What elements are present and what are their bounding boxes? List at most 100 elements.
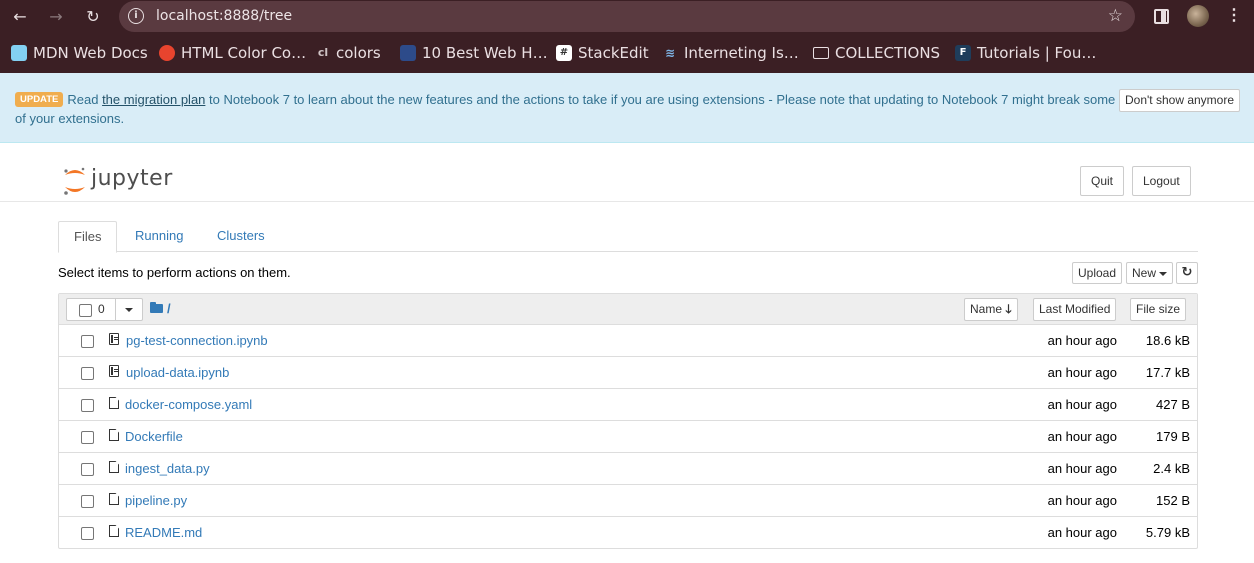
reload-icon[interactable]: ↻ <box>82 6 104 28</box>
file-icon <box>109 461 119 473</box>
file-modified: an hour ago <box>1047 365 1117 380</box>
forward-icon[interactable]: → <box>45 6 67 28</box>
file-name-link[interactable]: README.md <box>125 525 202 540</box>
file-row[interactable]: pipeline.py an hour ago 152 B <box>59 485 1197 517</box>
file-icon <box>109 397 119 409</box>
dont-show-anymore-button[interactable]: Don't show anymore <box>1119 89 1241 112</box>
file-modified: an hour ago <box>1047 397 1117 412</box>
bookmark-stackedit[interactable]: # StackEdit <box>556 44 649 62</box>
bookmark-label: Interneting Is… <box>684 44 799 62</box>
folder-icon <box>813 47 829 59</box>
file-checkbox[interactable] <box>81 495 94 508</box>
file-modified: an hour ago <box>1047 525 1117 540</box>
file-size: 152 B <box>1156 493 1190 508</box>
foundation-icon: F <box>955 45 971 61</box>
selected-count: 0 <box>98 302 105 316</box>
bookmark-tutorials[interactable]: F Tutorials | Fou… <box>955 44 1096 62</box>
banner-text: Read <box>67 92 103 107</box>
file-checkbox[interactable] <box>81 463 94 476</box>
file-name-link[interactable]: pg-test-connection.ipynb <box>126 333 268 348</box>
sort-by-name-button[interactable]: Name 🡓 <box>964 298 1018 321</box>
stackedit-icon: # <box>556 45 572 61</box>
quit-button[interactable]: Quit <box>1080 166 1125 196</box>
file-checkbox[interactable] <box>81 367 94 380</box>
mdn-icon <box>11 45 27 61</box>
new-dropdown-button[interactable]: New <box>1126 262 1174 284</box>
file-size: 179 B <box>1156 429 1190 444</box>
refresh-icon: ↻ <box>1181 265 1193 280</box>
file-size: 427 B <box>1156 397 1190 412</box>
breadcrumb-root[interactable]: / <box>167 301 171 316</box>
bookmark-colors[interactable]: cl colors <box>316 44 381 62</box>
file-checkbox[interactable] <box>81 431 94 444</box>
address-bar[interactable]: i localhost:8888/tree ☆ <box>119 1 1135 32</box>
bookmark-star-icon[interactable]: ☆ <box>1108 6 1123 26</box>
col-name-label: Name <box>970 302 1003 316</box>
colors-icon: cl <box>317 46 329 59</box>
site-info-icon[interactable]: i <box>128 8 144 24</box>
bookmark-label: Tutorials | Fou… <box>977 44 1097 62</box>
browser-toolbar: ← → ↻ i localhost:8888/tree ☆ ⋮ <box>0 0 1254 33</box>
file-name-link[interactable]: upload-data.ipynb <box>126 365 229 380</box>
chart-icon <box>400 45 416 61</box>
banner-text-line2: of your extensions. <box>15 111 125 126</box>
file-row[interactable]: upload-data.ipynb an hour ago 17.7 kB <box>59 357 1197 389</box>
migration-plan-link[interactable]: the migration plan <box>102 92 205 107</box>
bookmark-label: StackEdit <box>578 44 649 62</box>
profile-avatar[interactable] <box>1187 5 1209 27</box>
bookmark-collections[interactable]: COLLECTIONS <box>813 44 940 62</box>
upload-button[interactable]: Upload <box>1072 262 1123 284</box>
logout-button[interactable]: Logout <box>1132 166 1191 196</box>
file-modified: an hour ago <box>1047 493 1117 508</box>
tab-clusters[interactable]: Clusters <box>202 221 280 252</box>
file-row[interactable]: docker-compose.yaml an hour ago 427 B <box>59 389 1197 421</box>
side-panel-icon[interactable] <box>1154 9 1169 24</box>
bookmark-htmlcolor[interactable]: HTML Color Co… <box>159 44 306 62</box>
bookmark-interneting[interactable]: ≋ Interneting Is… <box>662 44 799 62</box>
banner-message: UPDATE Read the migration plan to Noteboo… <box>15 92 1115 107</box>
file-row[interactable]: pg-test-connection.ipynb an hour ago 18.6 … <box>59 325 1197 357</box>
htmlcolor-icon <box>159 45 175 61</box>
tab-files[interactable]: Files <box>58 221 118 253</box>
file-name-link[interactable]: ingest_data.py <box>125 461 210 476</box>
divider <box>115 299 116 320</box>
file-row[interactable]: Dockerfile an hour ago 179 B <box>59 421 1197 453</box>
file-size: 17.7 kB <box>1145 365 1190 380</box>
banner-text: to Notebook 7 to learn about the new fea… <box>205 92 1116 107</box>
bookmark-webhosting[interactable]: 10 Best Web H… <box>400 44 548 62</box>
jupyter-logo-text[interactable]: jupyter <box>91 166 173 191</box>
folder-icon[interactable] <box>150 302 163 313</box>
sort-by-size-button[interactable]: File size <box>1130 298 1187 321</box>
bookmark-mdn[interactable]: MDN Web Docs <box>11 44 148 62</box>
tab-bar: Files Running Clusters <box>58 221 1198 253</box>
bookmarks-bar: MDN Web Docs HTML Color Co… cl colors 10… <box>0 33 1254 73</box>
file-row[interactable]: README.md an hour ago 5.79 kB <box>59 517 1197 549</box>
file-checkbox[interactable] <box>81 335 94 348</box>
file-checkbox[interactable] <box>81 399 94 412</box>
arrow-down-icon: 🡓 <box>1005 302 1012 316</box>
bookmark-label: colors <box>336 44 381 62</box>
bookmark-label: HTML Color Co… <box>181 44 307 62</box>
file-modified: an hour ago <box>1047 461 1117 476</box>
file-checkbox[interactable] <box>81 527 94 540</box>
file-icon <box>109 429 119 441</box>
select-all-group[interactable]: 0 <box>66 298 143 321</box>
url-text[interactable]: localhost:8888/tree <box>156 8 292 24</box>
refresh-button[interactable]: ↻ <box>1176 262 1198 284</box>
file-name-link[interactable]: Dockerfile <box>125 429 183 444</box>
file-modified: an hour ago <box>1047 333 1117 348</box>
back-icon[interactable]: ← <box>9 6 31 28</box>
select-all-checkbox[interactable] <box>79 304 92 317</box>
browser-menu-icon[interactable]: ⋮ <box>1226 6 1242 26</box>
file-name-link[interactable]: docker-compose.yaml <box>125 397 252 412</box>
list-header: 0 / Name 🡓 Last Modified File size <box>59 294 1197 325</box>
select-dropdown-icon[interactable] <box>125 308 133 312</box>
tab-running[interactable]: Running <box>120 221 198 252</box>
file-name-link[interactable]: pipeline.py <box>125 493 187 508</box>
file-icon <box>109 525 119 537</box>
new-label: New <box>1132 266 1157 280</box>
sort-by-modified-button[interactable]: Last Modified <box>1033 298 1117 321</box>
file-icon <box>109 493 119 505</box>
notebook-icon <box>109 333 119 345</box>
file-row[interactable]: ingest_data.py an hour ago 2.4 kB <box>59 453 1197 485</box>
